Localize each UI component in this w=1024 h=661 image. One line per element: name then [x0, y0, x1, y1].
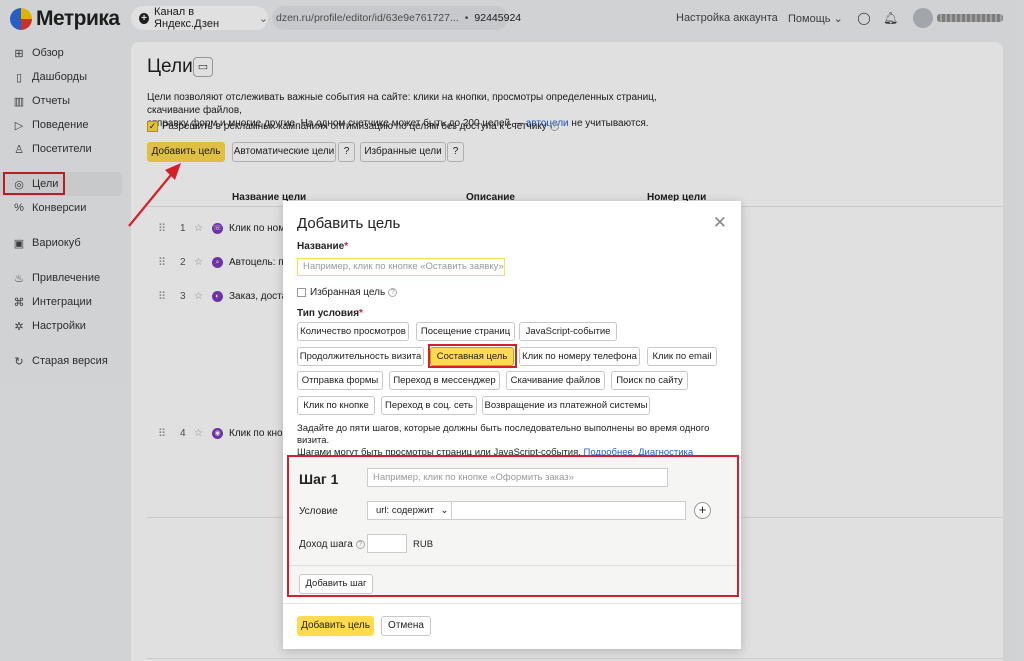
submit-add-goal-button[interactable]: Добавить цель	[297, 616, 374, 636]
annotation-arrow	[128, 163, 181, 227]
type-chip-phone-click[interactable]: Клик по номеру телефона	[519, 347, 640, 366]
divider	[289, 565, 737, 566]
step-1-panel: Шаг 1 Например, клик по кнопке «Оформить…	[287, 455, 739, 597]
type-chip-js-event[interactable]: JavaScript-событие	[519, 322, 617, 341]
condition-select[interactable]: url: содержит ⌄	[367, 501, 452, 520]
condition-type-label-text: Тип условия	[297, 308, 360, 319]
type-chip-file-download[interactable]: Скачивание файлов	[506, 371, 605, 390]
required-mark: *	[359, 308, 363, 319]
divider	[283, 603, 741, 604]
favorite-goal-checkbox[interactable]	[297, 288, 306, 297]
condition-select-value: url: содержит	[376, 505, 434, 516]
type-chip-email-click[interactable]: Клик по email	[647, 347, 717, 366]
step-name-input[interactable]: Например, клик по кнопке «Оформить заказ…	[367, 468, 668, 487]
type-chip-form-submit[interactable]: Отправка формы	[297, 371, 383, 390]
question-icon[interactable]: ?	[388, 288, 398, 297]
add-condition-button[interactable]: +	[694, 502, 711, 519]
favorite-goal-row[interactable]: Избранная цель ?	[297, 287, 398, 298]
close-icon[interactable]: ✕	[713, 213, 727, 233]
type-chip-pageviews[interactable]: Количество просмотров	[297, 322, 409, 341]
type-chip-page-visit[interactable]: Посещение страниц	[416, 322, 515, 341]
condition-value-input[interactable]	[451, 501, 686, 520]
condition-label: Условие	[299, 506, 338, 517]
type-chip-messenger[interactable]: Переход в мессенджер	[389, 371, 500, 390]
name-label-text: Название	[297, 241, 345, 252]
step-title: Шаг 1	[299, 471, 339, 487]
condition-type-label: Тип условия*	[297, 308, 363, 319]
type-chip-visit-duration[interactable]: Продолжительность визита	[297, 347, 424, 366]
required-mark: *	[344, 241, 349, 252]
type-chip-payment-return[interactable]: Возвращение из платежной системы	[482, 396, 650, 415]
step-revenue-label: Доход шага?	[299, 539, 365, 550]
type-chip-site-search[interactable]: Поиск по сайту	[611, 371, 688, 390]
name-label: Название*	[297, 241, 348, 252]
step-revenue-input[interactable]	[367, 534, 407, 553]
cancel-button[interactable]: Отмена	[381, 616, 431, 636]
dialog-title: Добавить цель	[297, 215, 401, 232]
revenue-label-text: Доход шага	[299, 539, 353, 550]
currency-label: RUB	[413, 539, 434, 550]
question-icon[interactable]: ?	[355, 539, 365, 549]
goal-name-input[interactable]: Например, клик по кнопке «Оставить заявк…	[297, 258, 505, 276]
chevron-down-icon: ⌄	[440, 505, 449, 516]
add-goal-dialog: Добавить цель ✕ Название* Например, клик…	[283, 201, 741, 649]
favorite-goal-label: Избранная цель	[310, 287, 386, 298]
add-step-button[interactable]: Добавить шаг	[299, 574, 373, 594]
highlight-frame-composite	[428, 344, 517, 368]
type-chip-social[interactable]: Переход в соц. сеть	[381, 396, 477, 415]
hint-line-1: Задайте до пяти шагов, которые должны бы…	[297, 423, 710, 446]
type-chip-button-click[interactable]: Клик по кнопке	[297, 396, 375, 415]
